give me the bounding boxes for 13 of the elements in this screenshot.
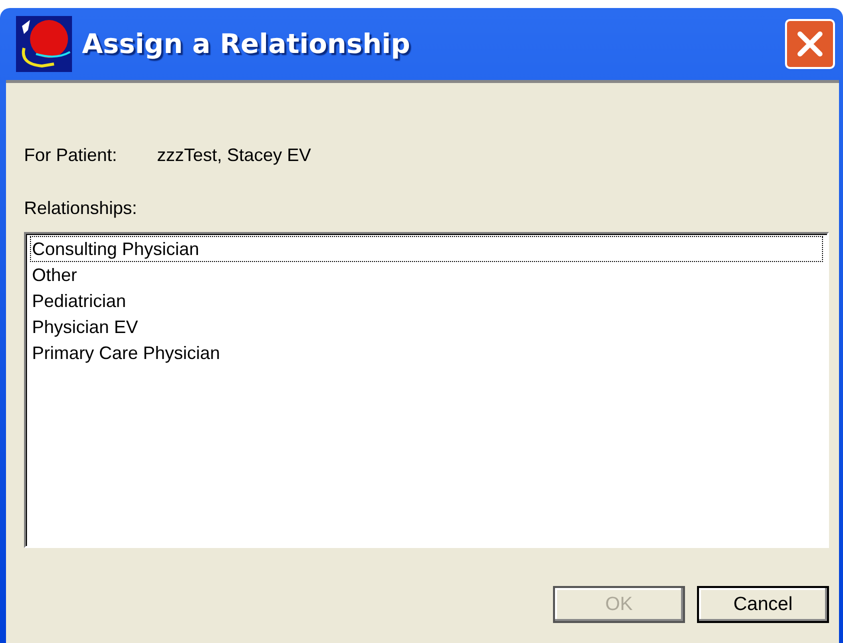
close-icon [795,29,825,59]
list-item[interactable]: Other [30,262,823,288]
cancel-button[interactable]: Cancel [697,586,829,623]
app-icon [16,16,72,72]
window-title: Assign a Relationship [82,28,412,60]
relationships-label: Relationships: [24,198,138,219]
patient-label: For Patient: [24,145,118,166]
list-item[interactable]: Pediatrician [30,288,823,314]
list-item[interactable]: Consulting Physician [30,236,823,262]
list-item[interactable]: Primary Care Physician [30,340,823,366]
patient-name: zzzTest, Stacey EV [157,145,312,166]
close-button[interactable] [785,19,835,69]
list-item[interactable]: Physician EV [30,314,823,340]
